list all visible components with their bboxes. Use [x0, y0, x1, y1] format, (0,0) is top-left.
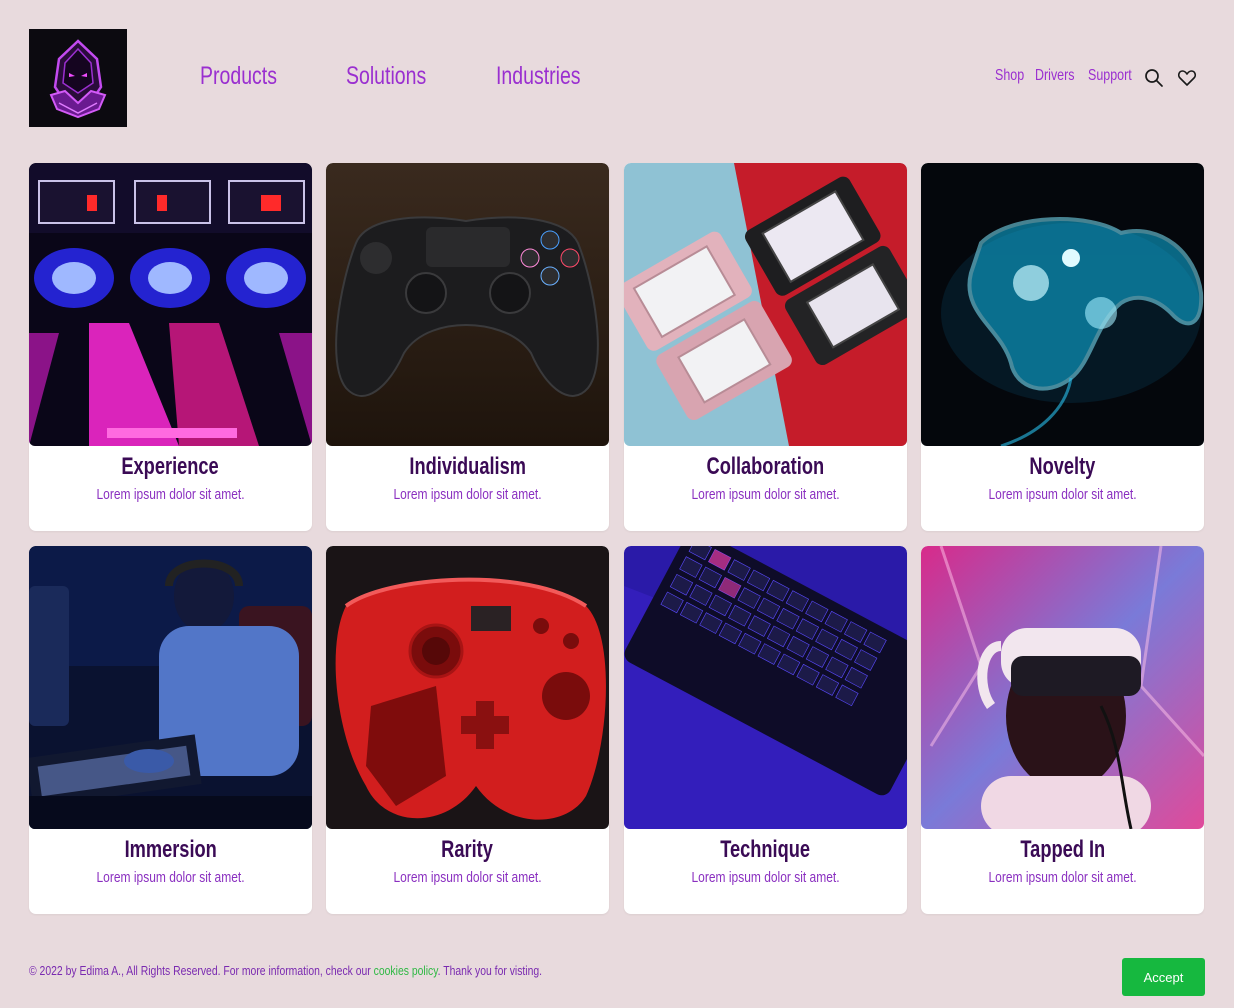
nav-products[interactable]: Products: [200, 62, 299, 91]
cookie-banner: © 2022 by Edima A., All Rights Reserved.…: [29, 958, 1205, 996]
hooded-figure-icon: [29, 29, 127, 127]
nav-products-label: Products: [200, 62, 277, 90]
accept-button[interactable]: Accept: [1122, 958, 1205, 996]
card-description: Lorem ipsum dolor sit amet.: [393, 869, 542, 886]
card-image: [326, 163, 609, 446]
vr-headset-image: [921, 546, 1204, 829]
card-title: Novelty: [1029, 453, 1096, 480]
nav-industries[interactable]: Industries: [496, 62, 604, 91]
utility-nav: Shop Drivers Support: [995, 67, 1205, 91]
card-description: Lorem ipsum dolor sit amet.: [691, 486, 840, 503]
card-title: Tapped In: [1020, 836, 1105, 863]
arcade-image: [29, 163, 312, 446]
card-title: Immersion: [124, 836, 217, 863]
card-image: [624, 546, 907, 829]
card-image: [921, 546, 1204, 829]
nav-shop-label: Shop: [995, 67, 1025, 84]
card-description: Lorem ipsum dolor sit amet.: [393, 486, 542, 503]
nav-drivers[interactable]: Drivers: [1035, 67, 1086, 85]
card-title: Collaboration: [706, 453, 825, 480]
heart-icon[interactable]: [1177, 68, 1197, 88]
card-description: Lorem ipsum dolor sit amet.: [988, 869, 1137, 886]
card-tapped-in[interactable]: Tapped In Lorem ipsum dolor sit amet.: [921, 546, 1204, 914]
nav-solutions-label: Solutions: [346, 62, 427, 90]
handheld-consoles-image: [624, 163, 907, 446]
black-controller-image: [326, 163, 609, 446]
card-collaboration[interactable]: Collaboration Lorem ipsum dolor sit amet…: [624, 163, 907, 531]
card-description: Lorem ipsum dolor sit amet.: [96, 486, 245, 503]
card-image: [624, 163, 907, 446]
card-title: Technique: [720, 836, 811, 863]
card-immersion[interactable]: Immersion Lorem ipsum dolor sit amet.: [29, 546, 312, 914]
card-image: [921, 163, 1204, 446]
footer-thanks: . Thank you for visting.: [437, 963, 543, 978]
card-title: Individualism: [409, 453, 526, 480]
logo[interactable]: [29, 29, 127, 127]
nav-industries-label: Industries: [496, 62, 581, 90]
glowing-controller-image: [921, 163, 1204, 446]
red-controller-image: [326, 546, 609, 829]
footer-copyright: © 2022 by Edima A., All Rights Reserved.…: [29, 963, 374, 978]
nav-solutions[interactable]: Solutions: [346, 62, 449, 91]
card-rarity[interactable]: Rarity Lorem ipsum dolor sit amet.: [326, 546, 609, 914]
card-description: Lorem ipsum dolor sit amet.: [988, 486, 1137, 503]
card-description: Lorem ipsum dolor sit amet.: [96, 869, 245, 886]
cookies-policy-link[interactable]: cookies policy: [374, 963, 438, 978]
nav-drivers-label: Drivers: [1035, 67, 1075, 84]
nav-support-label: Support: [1088, 67, 1132, 84]
card-experience[interactable]: Experience Lorem ipsum dolor sit amet.: [29, 163, 312, 531]
card-description: Lorem ipsum dolor sit amet.: [691, 869, 840, 886]
card-image: [29, 546, 312, 829]
search-icon[interactable]: [1144, 68, 1164, 88]
nav-shop[interactable]: Shop: [995, 67, 1032, 85]
card-technique[interactable]: Technique Lorem ipsum dolor sit amet.: [624, 546, 907, 914]
card-title: Rarity: [441, 836, 494, 863]
card-novelty[interactable]: Novelty Lorem ipsum dolor sit amet.: [921, 163, 1204, 531]
card-image: [29, 163, 312, 446]
card-individualism[interactable]: Individualism Lorem ipsum dolor sit amet…: [326, 163, 609, 531]
card-image: [326, 546, 609, 829]
keyboard-image: [624, 546, 907, 829]
gamer-image: [29, 546, 312, 829]
card-title: Experience: [121, 453, 220, 480]
footer-text: © 2022 by Edima A., All Rights Reserved.…: [29, 963, 542, 978]
nav-support[interactable]: Support: [1088, 67, 1144, 85]
site-header: Products Solutions Industries Shop Drive…: [29, 29, 1205, 127]
